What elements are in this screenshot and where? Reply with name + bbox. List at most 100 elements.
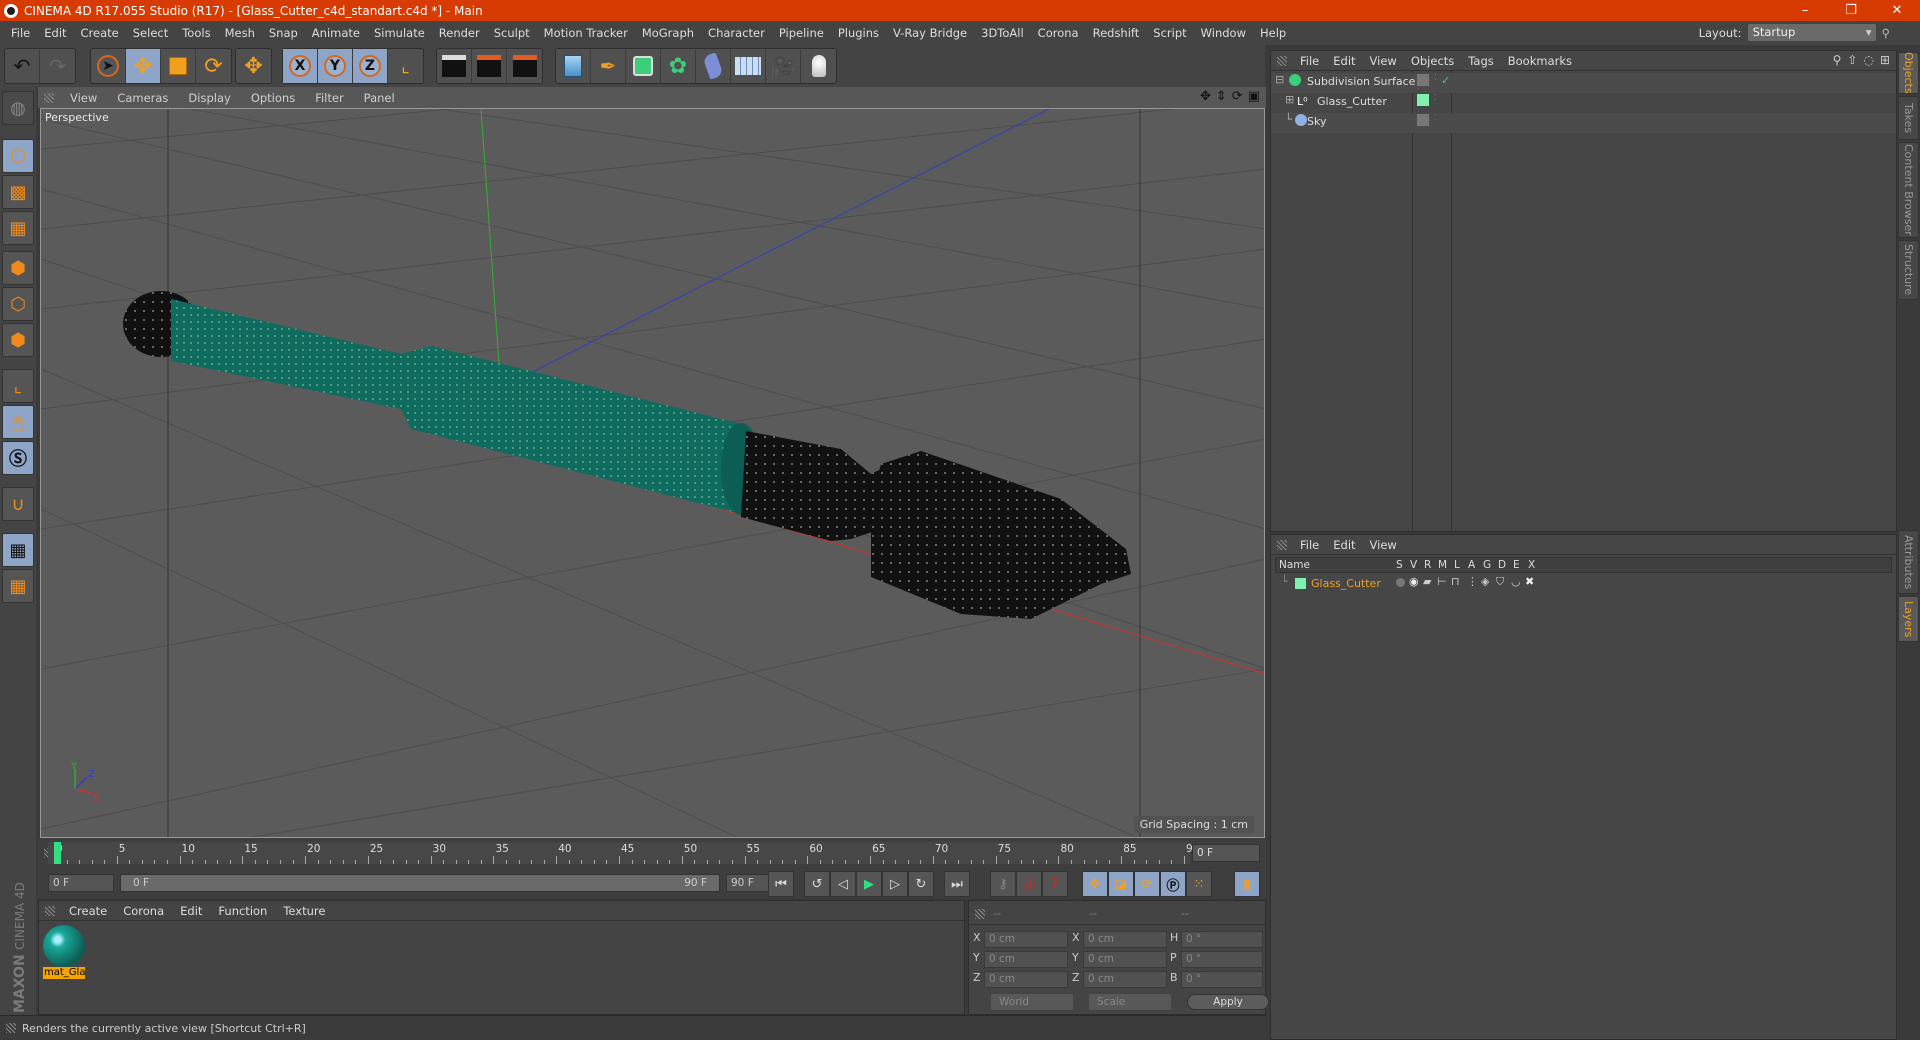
menu-help[interactable]: Help [1253, 26, 1293, 40]
workplane-lock-button[interactable]: ▦ [2, 533, 34, 567]
live-selection-button[interactable]: ➤ [91, 49, 126, 83]
tweak-mode-button[interactable]: 🖱 [2, 405, 34, 439]
menu-pipeline[interactable]: Pipeline [772, 26, 831, 40]
objects-menu-objects[interactable]: Objects [1404, 54, 1461, 68]
visibility-dots-icon[interactable]: ⁚ [1434, 93, 1437, 102]
size-y-field[interactable]: 0 cm [1083, 951, 1167, 968]
viewport-menu-panel[interactable]: Panel [354, 91, 405, 105]
3d-viewport[interactable]: Y Z X Perspective Grid Spacing : 1 cm [40, 108, 1265, 838]
render-clapper-icon[interactable]: ▰ [1423, 575, 1431, 588]
workplane-mode-button[interactable]: ▦ [2, 211, 34, 245]
material-menu-edit[interactable]: Edit [172, 904, 210, 918]
render-settings-button[interactable] [507, 49, 542, 83]
floor-button[interactable] [731, 49, 766, 83]
model-mode-button[interactable]: ⬡ [2, 139, 34, 173]
column-manager[interactable]: M [1438, 559, 1447, 571]
display-toggle-icon[interactable] [1417, 114, 1429, 126]
eye-icon[interactable]: ◌ [1863, 53, 1873, 67]
home-icon[interactable]: ⇧ [1847, 53, 1857, 67]
tab-attributes[interactable]: Attributes [1898, 530, 1919, 594]
objects-menu-edit[interactable]: Edit [1326, 54, 1362, 68]
layers-menu-view[interactable]: View [1363, 538, 1404, 552]
layers-menu-file[interactable]: File [1293, 538, 1326, 552]
viewport-menu-filter[interactable]: Filter [305, 91, 353, 105]
autokey-button[interactable]: ? [1042, 871, 1068, 897]
viewport-menu-options[interactable]: Options [241, 91, 305, 105]
points-mode-button[interactable]: ⬢ [2, 251, 34, 285]
generator-icon[interactable]: ◈ [1481, 575, 1489, 588]
key-rotation-button[interactable]: ⟳ [1134, 871, 1160, 897]
animation-icon[interactable]: ⋮ [1467, 575, 1478, 588]
column-solo[interactable]: S [1396, 559, 1403, 571]
start-frame-field[interactable]: 0 F [48, 874, 114, 892]
objects-menu-file[interactable]: File [1293, 54, 1326, 68]
subdivision-surface-button[interactable] [626, 49, 661, 83]
playhead[interactable] [54, 842, 61, 864]
new-view-icon[interactable]: ⊞ [1880, 53, 1890, 67]
menu-sculpt[interactable]: Sculpt [487, 26, 537, 40]
previous-frame-button[interactable]: ◁ [830, 871, 856, 897]
menu-create[interactable]: Create [74, 26, 126, 40]
undo-button[interactable]: ↶ [5, 49, 40, 83]
record-keys-button[interactable]: ⓪ [1016, 871, 1042, 897]
restore-button[interactable]: ❐ [1828, 0, 1874, 21]
move-button[interactable]: ✥ [126, 49, 161, 83]
expand-icon[interactable]: ⊞ [1285, 93, 1294, 106]
xref-icon[interactable]: ✖ [1525, 575, 1534, 588]
redo-button[interactable]: ↷ [40, 49, 75, 83]
tab-layers[interactable]: Layers [1898, 596, 1919, 642]
pos-z-field[interactable]: 0 cm [984, 971, 1068, 988]
cube-button[interactable] [556, 49, 591, 83]
objects-menu-bookmarks[interactable]: Bookmarks [1501, 54, 1579, 68]
menu-3dtoall[interactable]: 3DToAll [974, 26, 1031, 40]
rot-h-field[interactable]: 0 ° [1181, 931, 1263, 948]
eye-icon[interactable]: ◉ [1409, 575, 1419, 588]
previous-key-button[interactable]: ↺ [804, 871, 830, 897]
visibility-dots-icon[interactable]: ⁚ [1434, 113, 1437, 122]
y-axis-button[interactable]: Y [318, 49, 353, 83]
texture-mode-button[interactable]: ▩ [2, 175, 34, 209]
column-locked[interactable]: L [1454, 559, 1460, 571]
workplane-align-button[interactable]: ▦ [2, 569, 34, 603]
objects-menu-tags[interactable]: Tags [1461, 54, 1500, 68]
edges-mode-button[interactable]: ⬡ [2, 287, 34, 321]
pos-y-field[interactable]: 0 cm [984, 951, 1068, 968]
minimize-button[interactable]: – [1782, 0, 1828, 21]
pos-x-field[interactable]: 0 cm [984, 931, 1068, 948]
zoom-view-icon[interactable]: ⇕ [1216, 89, 1227, 104]
menu-vray-bridge[interactable]: V-Ray Bridge [886, 26, 974, 40]
rot-p-field[interactable]: 0 ° [1181, 951, 1263, 968]
render-view-button[interactable] [437, 49, 472, 83]
menu-simulate[interactable]: Simulate [367, 26, 432, 40]
manager-tree-icon[interactable]: ⊢ [1437, 575, 1447, 588]
objects-menu-view[interactable]: View [1363, 54, 1404, 68]
column-animation[interactable]: A [1468, 559, 1475, 571]
menu-character[interactable]: Character [701, 26, 772, 40]
menu-file[interactable]: File [4, 26, 37, 40]
play-button[interactable]: ▶ [856, 871, 882, 897]
polygons-mode-button[interactable]: ⬢ [2, 323, 34, 357]
column-generators[interactable]: G [1483, 559, 1491, 571]
menu-corona[interactable]: Corona [1031, 26, 1086, 40]
viewport-menu-view[interactable]: View [60, 91, 107, 105]
column-name[interactable]: Name [1279, 559, 1310, 571]
pen-button[interactable]: ✒ [591, 49, 626, 83]
next-frame-button[interactable]: ▷ [882, 871, 908, 897]
search-icon[interactable]: ⚲ [1833, 53, 1842, 67]
column-xrefs[interactable]: X [1528, 559, 1535, 571]
rotate-button[interactable]: ⟳ [196, 49, 231, 83]
size-x-field[interactable]: 0 cm [1083, 931, 1167, 948]
layout-dropdown[interactable]: Startup [1747, 24, 1876, 41]
make-editable-button[interactable]: ◍ [2, 91, 34, 125]
toggle-view-icon[interactable]: ▣ [1248, 89, 1260, 104]
tab-content-browser[interactable]: Content Browser [1898, 142, 1919, 238]
menu-edit[interactable]: Edit [37, 26, 73, 40]
object-row[interactable]: ⊞ L⁰ Glass_Cutter ⁚ [1271, 93, 1896, 113]
layer-color-swatch[interactable] [1417, 94, 1429, 106]
key-scale-button[interactable]: ◪ [1108, 871, 1134, 897]
tab-takes[interactable]: Takes [1898, 96, 1919, 140]
column-view[interactable]: V [1410, 559, 1417, 571]
tab-objects[interactable]: Objects [1898, 52, 1919, 94]
object-row[interactable]: ⊟ Subdivision Surface ⁚ ✓ [1271, 73, 1896, 93]
material-swatch[interactable]: mat_Gla [43, 925, 85, 979]
